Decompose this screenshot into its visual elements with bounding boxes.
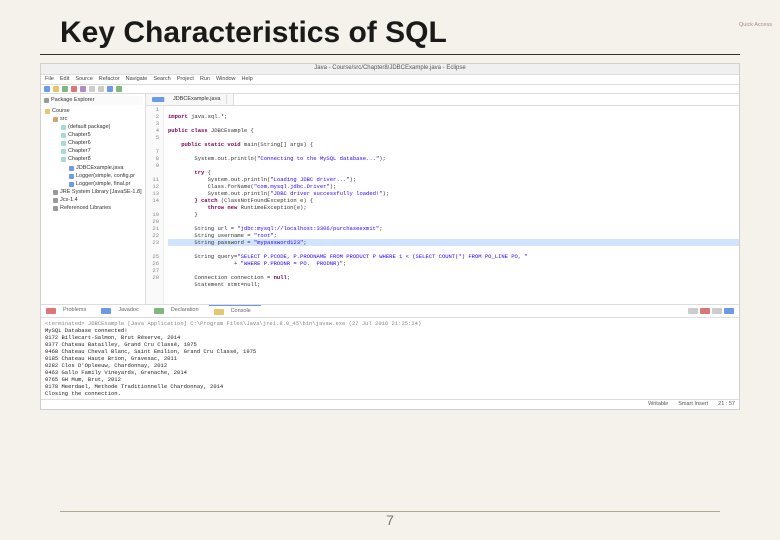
title-rule xyxy=(40,54,740,55)
editor: JDBCExample.java 12345789111213141920212… xyxy=(146,94,739,304)
terminated-line: <terminated> JDBCExample [Java Applicati… xyxy=(45,320,735,327)
console-display-icon[interactable] xyxy=(724,308,734,314)
tree-item[interactable]: Chapter6 xyxy=(45,140,143,148)
status-bar: Writable Smart Insert 21 : 57 xyxy=(41,399,739,409)
window-title: Java - Course/src/Chapter8/JDBCExample.j… xyxy=(41,64,739,75)
save-icon[interactable] xyxy=(53,86,59,92)
tab-problems[interactable]: Problems xyxy=(41,305,96,317)
status-cursor: 21 : 57 xyxy=(718,401,735,408)
tree-file[interactable]: Logger(simple, config.pr xyxy=(45,172,143,180)
debug-icon[interactable] xyxy=(71,86,77,92)
console-line: Closing the connection. xyxy=(45,390,735,397)
run-icon[interactable] xyxy=(62,86,68,92)
source[interactable]: import java.sql.*; public class JDBCExam… xyxy=(164,106,739,304)
menu-run[interactable]: Run xyxy=(200,76,210,83)
menu-project[interactable]: Project xyxy=(177,76,194,83)
toolbar: Quick Access xyxy=(41,85,739,94)
gutter: 1234578911121314192021222325262728 xyxy=(146,106,164,304)
tree-file[interactable]: Logger(simple, final.pr xyxy=(45,180,143,188)
tab-console[interactable]: Console xyxy=(209,305,261,317)
tree-item[interactable]: Chapter8 xyxy=(45,156,143,164)
toolbar-icon[interactable] xyxy=(116,86,122,92)
menu-edit[interactable]: Edit xyxy=(60,76,69,83)
console-line: 0463 Gallo Family Vineyards, Grenache, 2… xyxy=(45,369,735,376)
tree-item[interactable]: Chapter5 xyxy=(45,132,143,140)
tree-item[interactable]: (default package) xyxy=(45,123,143,131)
bottom-panel: Problems Javadoc Declaration Console <te… xyxy=(41,304,739,399)
console-line: 0178 Meerdael, Methode Traditionnelle Ch… xyxy=(45,383,735,390)
quick-access[interactable]: Quick Access xyxy=(739,22,772,29)
pkg-title: Package Explorer xyxy=(51,97,94,104)
slide-title: Key Characteristics of SQL xyxy=(60,16,740,50)
tree-lib[interactable]: Jcs-1.4 xyxy=(45,197,143,205)
console-line: 0377 Chateau Batailley, Grand Cru Classé… xyxy=(45,341,735,348)
pkg-icon xyxy=(44,98,49,103)
toolbar-icon[interactable] xyxy=(107,86,113,92)
menu-source[interactable]: Source xyxy=(75,76,92,83)
tree-item[interactable]: Chapter7 xyxy=(45,148,143,156)
console-line: 0468 Chateau Cheval Blanc, Saint Emilion… xyxy=(45,348,735,355)
tree-file[interactable]: JDBCExample.java xyxy=(45,164,143,172)
toolbar-icon[interactable] xyxy=(98,86,104,92)
console-line: 0765 GH Mum, Brut, 2012 xyxy=(45,376,735,383)
open-type-icon[interactable] xyxy=(80,86,86,92)
console-line: 0282 Clos D'Opleeuw, Chardonnay, 2012 xyxy=(45,362,735,369)
tree-lib[interactable]: JRE System Library [JavaSE-1.8] xyxy=(45,188,143,196)
menu-search[interactable]: Search xyxy=(153,76,170,83)
new-icon[interactable] xyxy=(44,86,50,92)
console-stop-icon[interactable] xyxy=(700,308,710,314)
page-number: 7 xyxy=(0,512,780,528)
tab-declaration[interactable]: Declaration xyxy=(149,305,209,317)
status-writable: Writable xyxy=(648,401,668,408)
editor-tab[interactable]: JDBCExample.java xyxy=(146,94,234,105)
ide-screenshot: Java - Course/src/Chapter8/JDBCExample.j… xyxy=(40,63,740,410)
menu-window[interactable]: Window xyxy=(216,76,236,83)
menu-navigate[interactable]: Navigate xyxy=(126,76,148,83)
menu-file[interactable]: File xyxy=(45,76,54,83)
menu-help[interactable]: Help xyxy=(242,76,253,83)
console: <terminated> JDBCExample [Java Applicati… xyxy=(41,318,739,399)
console-pin-icon[interactable] xyxy=(712,308,722,314)
console-line: 0172 Billecart-Salmon, Brut Réserve, 201… xyxy=(45,334,735,341)
console-clear-icon[interactable] xyxy=(688,308,698,314)
tree-src[interactable]: src xyxy=(45,115,143,123)
console-line: 0185 Chateau Haute Brion, Gravesac, 2011 xyxy=(45,355,735,362)
menu-refactor[interactable]: Refactor xyxy=(99,76,120,83)
package-explorer: Package Explorer Course src (default pac… xyxy=(41,94,146,304)
tree-project[interactable]: Course xyxy=(45,107,143,115)
menu-bar: File Edit Source Refactor Navigate Searc… xyxy=(41,75,739,85)
tab-javadoc[interactable]: Javadoc xyxy=(96,305,149,317)
tree-lib[interactable]: Referenced Libraries xyxy=(45,205,143,213)
toolbar-icon[interactable] xyxy=(89,86,95,92)
console-line: MySQL Database connected! xyxy=(45,327,735,334)
status-insert: Smart Insert xyxy=(678,401,708,408)
